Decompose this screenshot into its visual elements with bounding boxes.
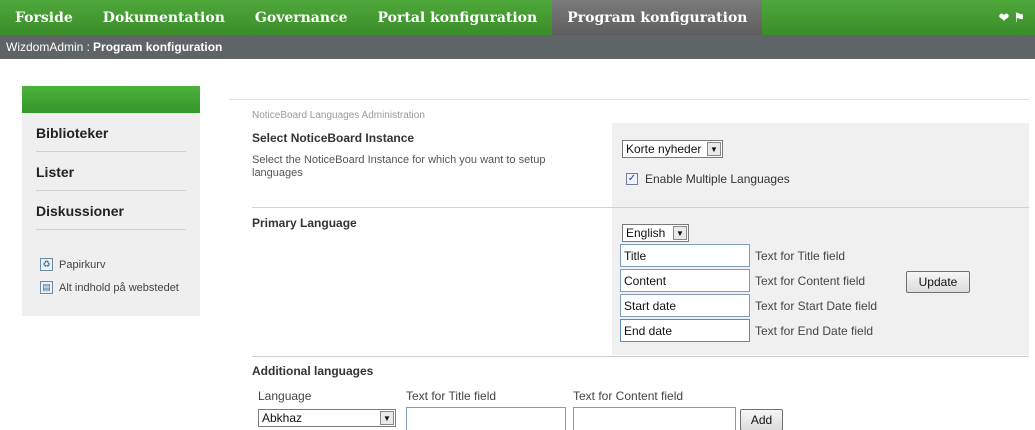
content-field-hint: Text for Content field — [755, 274, 866, 288]
top-navigation: Forside Dokumentation Governance Portal … — [0, 0, 1035, 35]
enable-multiple-languages-label: Enable Multiple Languages — [645, 172, 790, 186]
site-content-icon: ▤ — [40, 281, 53, 294]
start-date-field-hint: Text for Start Date field — [755, 299, 878, 313]
chevron-down-icon: ▼ — [707, 142, 721, 156]
tab-program-konfiguration[interactable]: Program konfiguration — [552, 0, 763, 35]
leftnav-item-lister[interactable]: Lister — [36, 152, 186, 191]
instance-description: Select the NoticeBoard Instance for whic… — [252, 154, 546, 179]
primary-language-heading: Primary Language — [252, 216, 357, 230]
chevron-down-icon: ▼ — [380, 411, 394, 425]
primary-language-section: Primary Language English ▼ Title Text fo… — [252, 207, 1029, 355]
primary-language-value: English — [626, 226, 666, 240]
instance-select[interactable]: Korte nyheder ▼ — [622, 140, 723, 158]
update-button[interactable]: Update — [906, 271, 970, 293]
recycle-bin-link[interactable]: ♻ Papirkurv — [40, 258, 186, 271]
left-nav-header-bar — [22, 86, 200, 113]
add-button[interactable]: Add — [740, 409, 783, 430]
tab-portal-konfiguration[interactable]: Portal konfiguration — [362, 0, 552, 35]
content-field-input[interactable]: Content — [620, 269, 750, 292]
title-field-input[interactable]: Title — [620, 244, 750, 267]
leftnav-item-biblioteker[interactable]: Biblioteker — [36, 113, 186, 152]
breadcrumb-root[interactable]: WizdomAdmin : — [6, 40, 90, 54]
site-content-label: Alt indhold på webstedet — [59, 281, 179, 294]
tags-icon[interactable]: ⚑ — [1013, 10, 1025, 26]
tab-governance[interactable]: Governance — [240, 0, 363, 35]
column-title-text: Text for Title field — [406, 389, 497, 403]
additional-language-select[interactable]: Abkhaz ▼ — [258, 409, 396, 427]
breadcrumb: WizdomAdmin : Program konfiguration — [0, 35, 1035, 59]
site-content-link[interactable]: ▤ Alt indhold på webstedet — [40, 281, 186, 294]
breadcrumb-current: Program konfiguration — [93, 40, 223, 54]
additional-title-input[interactable] — [406, 407, 566, 430]
instance-select-value: Korte nyheder — [626, 142, 702, 156]
panel-top-border — [229, 99, 1029, 100]
enable-multiple-languages[interactable]: ✓ Enable Multiple Languages — [626, 172, 790, 186]
additional-languages-heading: Additional languages — [252, 364, 374, 378]
tag-icon[interactable]: ❤ — [998, 10, 1009, 26]
end-date-field-input[interactable]: End date — [620, 319, 750, 342]
instance-section: Select NoticeBoard Instance Select the N… — [252, 123, 1029, 207]
tag-icons: ❤ ⚑ — [998, 0, 1035, 35]
left-navigation: Biblioteker Lister Diskussioner ♻ Papirk… — [22, 86, 200, 316]
end-date-field-hint: Text for End Date field — [755, 324, 874, 338]
instance-heading: Select NoticeBoard Instance — [252, 131, 415, 145]
panel-title: NoticeBoard Languages Administration — [252, 110, 425, 121]
additional-languages-section: Additional languages Language Text for T… — [252, 356, 1029, 430]
enable-multiple-languages-checkbox[interactable]: ✓ — [626, 173, 638, 185]
additional-language-value: Abkhaz — [262, 411, 303, 425]
primary-language-select[interactable]: English ▼ — [622, 224, 689, 242]
column-language: Language — [258, 389, 312, 403]
tab-dokumentation[interactable]: Dokumentation — [88, 0, 240, 35]
chevron-down-icon: ▼ — [673, 226, 687, 240]
start-date-field-input[interactable]: Start date — [620, 294, 750, 317]
column-content-text: Text for Content field — [573, 389, 684, 403]
title-field-hint: Text for Title field — [755, 249, 846, 263]
recycle-bin-label: Papirkurv — [59, 258, 106, 271]
additional-content-input[interactable] — [573, 407, 736, 430]
leftnav-item-diskussioner[interactable]: Diskussioner — [36, 191, 186, 230]
recycle-bin-icon: ♻ — [40, 258, 53, 271]
tab-forside[interactable]: Forside — [0, 0, 88, 35]
